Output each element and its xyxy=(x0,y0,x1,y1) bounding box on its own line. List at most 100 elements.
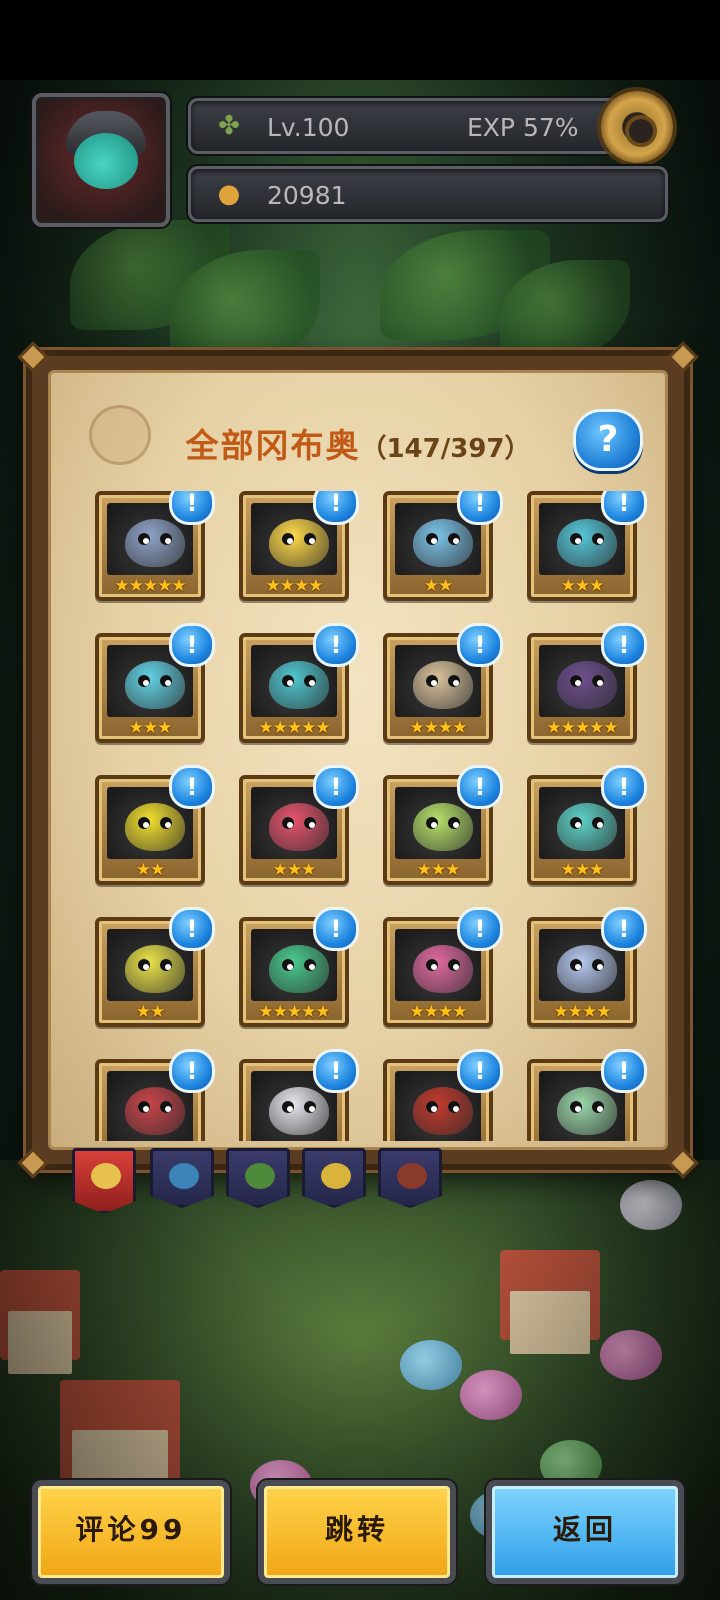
creature-icon xyxy=(125,945,185,993)
collection-card[interactable]: ★★★★! xyxy=(383,623,503,743)
collection-card[interactable]: ★★★★! xyxy=(527,907,647,1027)
new-alert-badge: ! xyxy=(169,623,215,667)
new-alert-badge: ! xyxy=(169,491,215,525)
exp-text: EXP 57% xyxy=(467,113,579,142)
new-alert-badge: ! xyxy=(313,491,359,525)
creature-icon xyxy=(269,945,329,993)
tab-red[interactable] xyxy=(378,1148,442,1208)
panel-title-text: 全部冈布奥 xyxy=(185,426,361,465)
collection-card[interactable]: ! xyxy=(95,1049,215,1141)
creature-icon xyxy=(557,1087,617,1135)
collection-card[interactable]: ★★! xyxy=(383,491,503,601)
collection-card[interactable]: ★★★★★! xyxy=(95,491,215,601)
back-button[interactable]: 返回 xyxy=(486,1480,684,1584)
star-rating: ★★★★★ xyxy=(258,1002,330,1022)
creature-icon xyxy=(413,661,473,709)
collection-card[interactable]: ! xyxy=(239,1049,359,1141)
new-alert-badge: ! xyxy=(313,1049,359,1093)
help-button[interactable]: ? xyxy=(573,409,643,471)
collection-card[interactable]: ★★★★! xyxy=(383,907,503,1027)
creature-icon xyxy=(125,519,185,567)
star-rating: ★★★★★ xyxy=(258,718,330,738)
tab-blue[interactable] xyxy=(150,1148,214,1208)
star-rating: ★★★★ xyxy=(265,576,324,596)
creature-icon xyxy=(413,1087,473,1135)
collection-card[interactable]: ! xyxy=(527,1049,647,1141)
new-alert-badge: ! xyxy=(169,765,215,809)
new-alert-badge: ! xyxy=(457,623,503,667)
star-rating: ★★★★ xyxy=(553,1002,612,1022)
collection-card[interactable]: ★★★! xyxy=(527,765,647,885)
house xyxy=(500,1250,600,1354)
critter xyxy=(620,1180,682,1230)
settings-gear-icon[interactable] xyxy=(601,91,673,163)
jump-button[interactable]: 跳转 xyxy=(258,1480,456,1584)
star-rating: ★★ xyxy=(135,860,165,880)
level-text: Lv.100 xyxy=(267,113,350,142)
collection-card[interactable]: ★★★★! xyxy=(239,491,359,601)
new-alert-badge: ! xyxy=(601,765,647,809)
comment-button[interactable]: 评论99 xyxy=(32,1480,230,1584)
creature-icon xyxy=(413,803,473,851)
star-rating: ★★★ xyxy=(560,860,605,880)
creature-icon xyxy=(557,945,617,993)
star-rating: ★★★★ xyxy=(409,718,468,738)
avatar-face xyxy=(74,133,138,189)
tab-icon xyxy=(397,1163,427,1189)
collection-card[interactable]: ★★! xyxy=(95,765,215,885)
new-alert-badge: ! xyxy=(457,765,503,809)
player-avatar[interactable] xyxy=(32,93,170,227)
star-rating: ★★ xyxy=(423,576,453,596)
new-alert-badge: ! xyxy=(457,907,503,951)
new-alert-badge: ! xyxy=(601,491,647,525)
collection-card[interactable]: ★★★! xyxy=(95,623,215,743)
star-rating: ★★★★★ xyxy=(546,718,618,738)
critter xyxy=(600,1330,662,1380)
tab-green[interactable] xyxy=(226,1148,290,1208)
new-alert-badge: ! xyxy=(313,765,359,809)
new-alert-badge: ! xyxy=(601,623,647,667)
star-rating: ★★★★ xyxy=(409,1002,468,1022)
tab-icon xyxy=(169,1163,199,1189)
new-alert-badge: ! xyxy=(457,491,503,525)
creature-icon xyxy=(269,1087,329,1135)
collection-card[interactable]: ★★★★★! xyxy=(239,623,359,743)
new-alert-badge: ! xyxy=(601,1049,647,1093)
creature-icon xyxy=(557,519,617,567)
creature-icon xyxy=(269,803,329,851)
creature-icon xyxy=(269,661,329,709)
clover-icon: ✤ xyxy=(218,111,240,141)
creature-icon xyxy=(557,661,617,709)
critter xyxy=(460,1370,522,1420)
level-bar: ✤ Lv.100 EXP 57% xyxy=(188,91,673,163)
collection-panel: 全部冈布奥（147/397） ? ★★★★★! ★★★★! ★★! ★★★! ★★★! ★… xyxy=(17,341,699,1179)
star-rating: ★★ xyxy=(135,1002,165,1022)
creature-icon xyxy=(413,945,473,993)
new-alert-badge: ! xyxy=(313,623,359,667)
new-alert-badge: ! xyxy=(601,907,647,951)
collection-card[interactable]: ! xyxy=(383,1049,503,1141)
house xyxy=(60,1380,180,1507)
collection-card[interactable]: ★★★! xyxy=(527,491,647,601)
collection-card[interactable]: ★★★! xyxy=(383,765,503,885)
new-alert-badge: ! xyxy=(169,1049,215,1093)
tab-icon xyxy=(245,1163,275,1189)
star-rating: ★★★ xyxy=(416,860,461,880)
parchment: 全部冈布奥（147/397） ? ★★★★★! ★★★★! ★★! ★★★! ★★★! ★… xyxy=(48,370,668,1150)
star-rating: ★★★ xyxy=(128,718,173,738)
tab-all[interactable] xyxy=(72,1148,136,1214)
critter xyxy=(400,1340,462,1390)
collection-grid[interactable]: ★★★★★! ★★★★! ★★! ★★★! ★★★! ★★★★★! ★★★★! ★★★★★! ★… xyxy=(95,491,655,1141)
star-rating: ★★★ xyxy=(272,860,317,880)
creature-icon xyxy=(413,519,473,567)
new-alert-badge: ! xyxy=(169,907,215,951)
collection-card[interactable]: ★★! xyxy=(95,907,215,1027)
tab-icon xyxy=(321,1163,351,1189)
creature-icon xyxy=(125,803,185,851)
tab-gold[interactable] xyxy=(302,1148,366,1208)
collection-card[interactable]: ★★★★★! xyxy=(527,623,647,743)
star-rating: ★★★★★ xyxy=(114,576,186,596)
collection-card[interactable]: ★★★★★! xyxy=(239,907,359,1027)
fruit-coin-icon: ● xyxy=(217,179,241,209)
collection-card[interactable]: ★★★! xyxy=(239,765,359,885)
